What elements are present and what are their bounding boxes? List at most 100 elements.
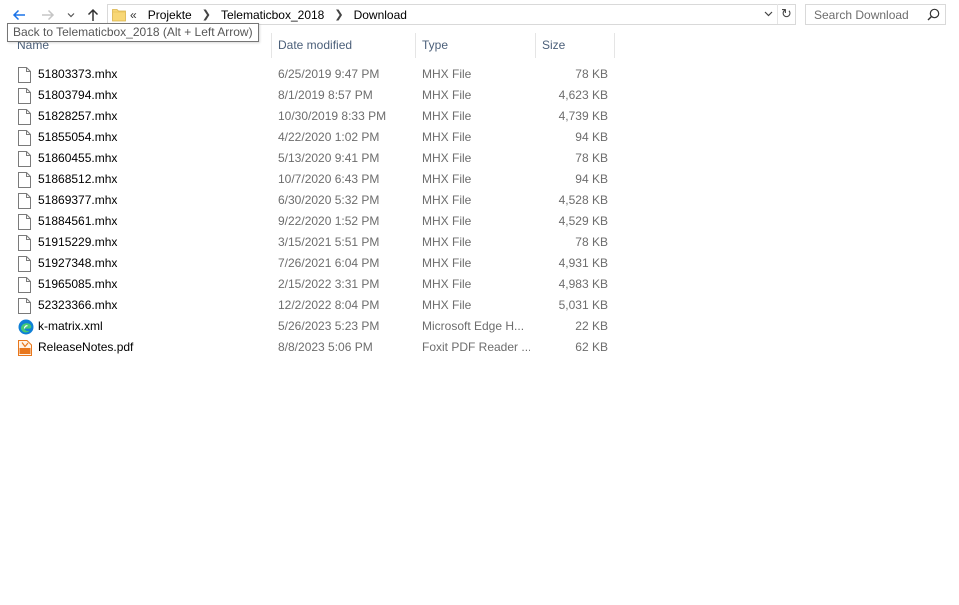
file-name: 51884561.mhx (38, 214, 118, 228)
breadcrumb-separator-icon[interactable]: ❯ (334, 8, 343, 21)
back-button[interactable] (10, 5, 28, 25)
document-icon (18, 64, 34, 85)
file-size: 78 KB (575, 151, 608, 165)
file-type: MHX File (422, 256, 472, 270)
file-date: 6/30/2020 5:32 PM (278, 193, 380, 207)
file-date: 2/15/2022 3:31 PM (278, 277, 380, 291)
file-name: k-matrix.xml (38, 319, 103, 333)
file-date: 7/26/2021 6:04 PM (278, 256, 380, 270)
file-type: MHX File (422, 130, 472, 144)
recent-locations-button[interactable] (65, 5, 77, 25)
document-icon (18, 274, 34, 295)
breadcrumb-overflow-button[interactable]: « (130, 8, 137, 22)
file-date: 5/26/2023 5:23 PM (278, 319, 380, 333)
document-icon (18, 85, 34, 106)
file-row[interactable]: k-matrix.xml 5/26/2023 5:23 PM Microsoft… (0, 316, 615, 337)
column-header-type[interactable]: Type (422, 33, 532, 58)
file-type: MHX File (422, 151, 472, 165)
file-name: 51860455.mhx (38, 151, 118, 165)
document-icon (18, 190, 34, 211)
address-history-dropdown[interactable] (762, 4, 774, 24)
search-icon[interactable] (927, 8, 940, 24)
breadcrumb-download[interactable]: Download (352, 8, 409, 22)
file-size: 4,931 KB (558, 256, 608, 270)
search-box[interactable] (805, 4, 946, 25)
file-name: ReleaseNotes.pdf (38, 340, 134, 354)
file-row[interactable]: 51965085.mhx 2/15/2022 3:31 PM MHX File … (0, 274, 615, 295)
breadcrumb-telematicbox[interactable]: Telematicbox_2018 (219, 8, 326, 22)
file-row[interactable]: 51803373.mhx 6/25/2019 9:47 PM MHX File … (0, 64, 615, 85)
back-arrow-icon (12, 9, 25, 21)
file-size: 94 KB (575, 130, 608, 144)
file-date: 4/22/2020 1:02 PM (278, 130, 380, 144)
refresh-icon: ↻ (781, 6, 792, 21)
file-type: MHX File (422, 67, 472, 81)
file-size: 4,529 KB (558, 214, 608, 228)
file-name: 51868512.mhx (38, 172, 118, 186)
file-size: 22 KB (575, 319, 608, 333)
file-name: 51803373.mhx (38, 67, 118, 81)
file-size: 5,031 KB (558, 298, 608, 312)
breadcrumb: « Projekte ❯ Telematicbox_2018 ❯ Downloa… (130, 5, 409, 24)
file-size: 4,983 KB (558, 277, 608, 291)
file-row[interactable]: 51855054.mhx 4/22/2020 1:02 PM MHX File … (0, 127, 615, 148)
column-header-size[interactable]: Size (542, 33, 612, 58)
file-size: 4,528 KB (558, 193, 608, 207)
file-date: 3/15/2021 5:51 PM (278, 235, 380, 249)
file-type: MHX File (422, 298, 472, 312)
file-row[interactable]: 51828257.mhx 10/30/2019 8:33 PM MHX File… (0, 106, 615, 127)
file-row[interactable]: ReleaseNotes.pdf 8/8/2023 5:06 PM Foxit … (0, 337, 615, 358)
file-type: Foxit PDF Reader ... (422, 340, 530, 354)
column-divider[interactable] (614, 33, 615, 58)
up-arrow-icon (87, 8, 99, 21)
file-row[interactable]: 51884561.mhx 9/22/2020 1:52 PM MHX File … (0, 211, 615, 232)
column-divider[interactable] (415, 33, 416, 58)
forward-button[interactable] (39, 5, 57, 25)
file-row[interactable]: 51868512.mhx 10/7/2020 6:43 PM MHX File … (0, 169, 615, 190)
document-icon (18, 169, 34, 190)
file-row[interactable]: 51869377.mhx 6/30/2020 5:32 PM MHX File … (0, 190, 615, 211)
file-date: 6/25/2019 9:47 PM (278, 67, 380, 81)
file-row[interactable]: 51860455.mhx 5/13/2020 9:41 PM MHX File … (0, 148, 615, 169)
chevron-down-icon (764, 11, 772, 17)
refresh-button[interactable]: ↻ (777, 4, 795, 24)
file-name: 51828257.mhx (38, 109, 118, 123)
file-row[interactable]: 51915229.mhx 3/15/2021 5:51 PM MHX File … (0, 232, 615, 253)
document-icon (18, 211, 34, 232)
document-icon (18, 127, 34, 148)
edge-icon (18, 316, 34, 337)
file-name: 51803794.mhx (38, 88, 118, 102)
up-button[interactable] (84, 5, 102, 25)
file-date: 12/2/2022 8:04 PM (278, 298, 380, 312)
file-name: 51927348.mhx (38, 256, 118, 270)
column-divider[interactable] (535, 33, 536, 58)
file-date: 10/30/2019 8:33 PM (278, 109, 387, 123)
file-name: 51965085.mhx (38, 277, 118, 291)
file-type: MHX File (422, 214, 472, 228)
column-divider[interactable] (271, 33, 272, 58)
file-size: 78 KB (575, 235, 608, 249)
document-icon (18, 253, 34, 274)
file-row[interactable]: 51803794.mhx 8/1/2019 8:57 PM MHX File 4… (0, 85, 615, 106)
file-type: MHX File (422, 235, 472, 249)
file-name: 52323366.mhx (38, 298, 118, 312)
file-name: 51915229.mhx (38, 235, 118, 249)
address-bar[interactable]: « Projekte ❯ Telematicbox_2018 ❯ Downloa… (107, 4, 796, 25)
breadcrumb-separator-icon[interactable]: ❯ (202, 8, 211, 21)
file-type: Microsoft Edge H... (422, 319, 525, 333)
file-date: 5/13/2020 9:41 PM (278, 151, 380, 165)
file-explorer-window: « Projekte ❯ Telematicbox_2018 ❯ Downloa… (0, 0, 959, 605)
column-header-date[interactable]: Date modified (278, 33, 413, 58)
file-type: MHX File (422, 277, 472, 291)
document-icon (18, 295, 34, 316)
file-name: 51855054.mhx (38, 130, 118, 144)
file-size: 4,739 KB (558, 109, 608, 123)
file-type: MHX File (422, 172, 472, 186)
pdf-icon (18, 337, 34, 358)
file-row[interactable]: 51927348.mhx 7/26/2021 6:04 PM MHX File … (0, 253, 615, 274)
search-input[interactable] (806, 5, 932, 24)
file-row[interactable]: 52323366.mhx 12/2/2022 8:04 PM MHX File … (0, 295, 615, 316)
file-size: 62 KB (575, 340, 608, 354)
document-icon (18, 106, 34, 127)
breadcrumb-projekte[interactable]: Projekte (146, 8, 194, 22)
